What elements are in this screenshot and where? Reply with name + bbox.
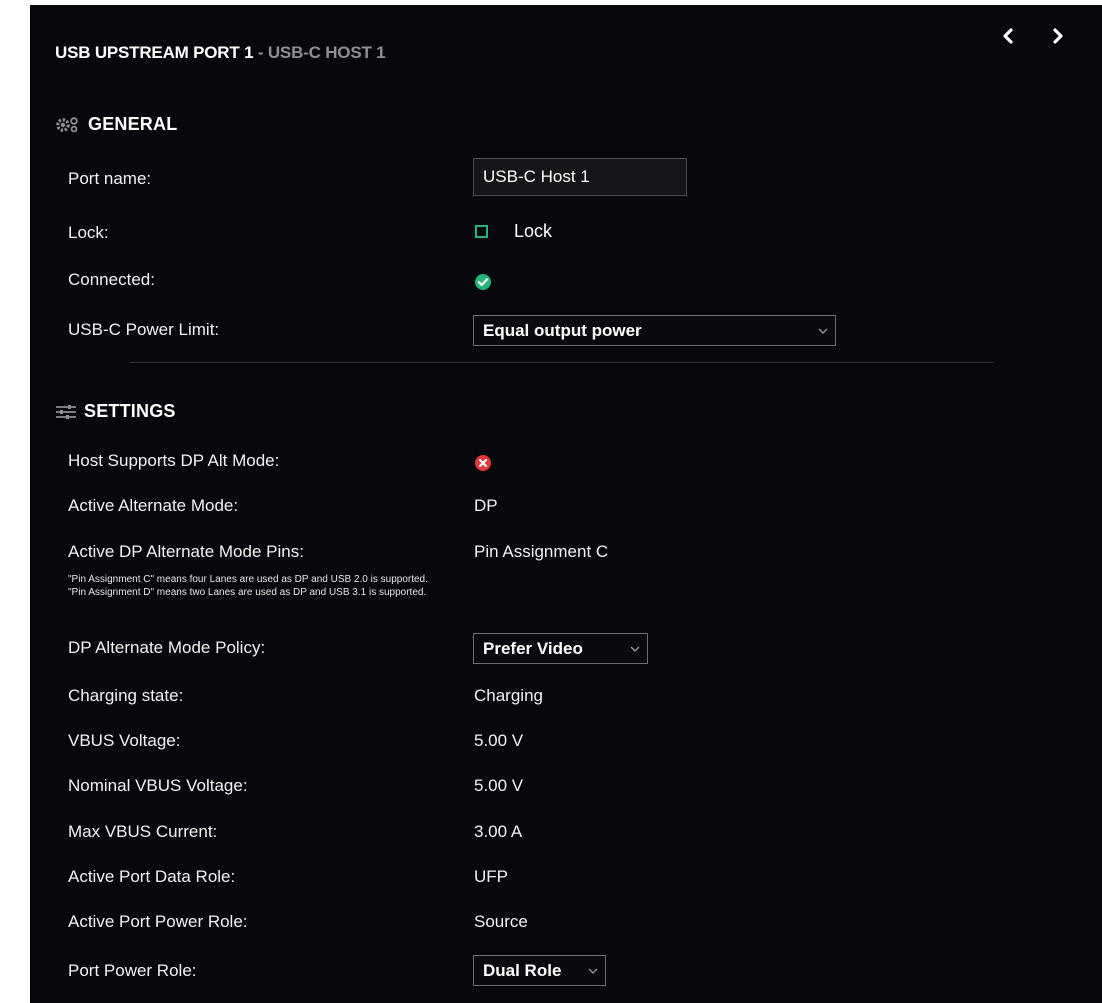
active-alt-mode-label: Active Alternate Mode: [68, 496, 239, 515]
general-section-heading: GENERAL [54, 114, 177, 135]
lock-label: Lock: [68, 223, 109, 242]
dp-pins-label: Active DP Alternate Mode Pins: [68, 542, 304, 561]
port-name-input[interactable]: USB-C Host 1 [473, 158, 687, 196]
general-heading-text: GENERAL [88, 114, 178, 134]
title-separator: - [253, 43, 268, 62]
charging-state-value: Charging [474, 686, 543, 705]
nominal-vbus-label: Nominal VBUS Voltage: [68, 776, 248, 795]
nominal-vbus-value: 5.00 V [474, 776, 524, 795]
port-power-role-select[interactable]: Dual Role [473, 955, 606, 986]
max-current-label: Max VBUS Current: [68, 822, 218, 841]
port-power-role-value: Dual Role [483, 961, 562, 980]
pin-assignment-note-d: "Pin Assignment D" means two Lanes are u… [68, 587, 427, 598]
page-title: USB UPSTREAM PORT 1 - USB-C HOST 1 [55, 43, 386, 63]
port-title: USB UPSTREAM PORT 1 [55, 43, 254, 62]
previous-port-button[interactable] [998, 25, 1020, 47]
check-circle-icon [475, 274, 491, 290]
power-limit-value: Equal output power [483, 321, 642, 340]
port-power-role-label: Port Power Role: [68, 961, 197, 980]
port-subtitle: USB-C HOST 1 [267, 43, 386, 62]
dp-policy-label: DP Alternate Mode Policy: [68, 638, 266, 657]
dp-policy-value: Prefer Video [483, 639, 583, 658]
connected-label: Connected: [68, 270, 155, 289]
settings-heading-text: SETTINGS [84, 401, 176, 421]
pin-assignment-note-c: "Pin Assignment C" means four Lanes are … [68, 574, 428, 585]
vbus-voltage-value: 5.00 V [474, 731, 524, 750]
max-current-value: 3.00 A [474, 822, 523, 841]
active-alt-mode-value: DP [474, 496, 498, 515]
power-limit-label: USB-C Power Limit: [68, 320, 220, 339]
power-limit-select[interactable]: Equal output power [473, 315, 836, 346]
sliders-icon [54, 403, 78, 421]
power-role-label: Active Port Power Role: [68, 912, 248, 931]
x-circle-icon [475, 455, 491, 471]
dp-alt-support-label: Host Supports DP Alt Mode: [68, 451, 280, 470]
data-role-value: UFP [474, 867, 508, 886]
chevron-down-icon [630, 646, 640, 652]
lock-checkbox[interactable] [475, 225, 488, 238]
gears-icon [54, 116, 82, 134]
vbus-voltage-label: VBUS Voltage: [68, 731, 181, 750]
dp-pins-value: Pin Assignment C [474, 542, 609, 561]
charging-state-label: Charging state: [68, 686, 184, 705]
chevron-left-icon [1003, 28, 1013, 44]
data-role-label: Active Port Data Role: [68, 867, 236, 886]
chevron-down-icon [818, 328, 828, 334]
section-divider [130, 362, 994, 363]
next-port-button[interactable] [1046, 25, 1068, 47]
power-role-value: Source [474, 912, 528, 931]
settings-section-heading: SETTINGS [54, 401, 176, 422]
port-settings-panel: USB UPSTREAM PORT 1 - USB-C HOST 1 GENER… [30, 5, 1102, 1003]
chevron-down-icon [588, 968, 598, 974]
dp-policy-select[interactable]: Prefer Video [473, 633, 648, 664]
chevron-right-icon [1053, 28, 1063, 44]
port-name-label: Port name: [68, 169, 152, 188]
lock-checkbox-label[interactable]: Lock [514, 221, 552, 242]
